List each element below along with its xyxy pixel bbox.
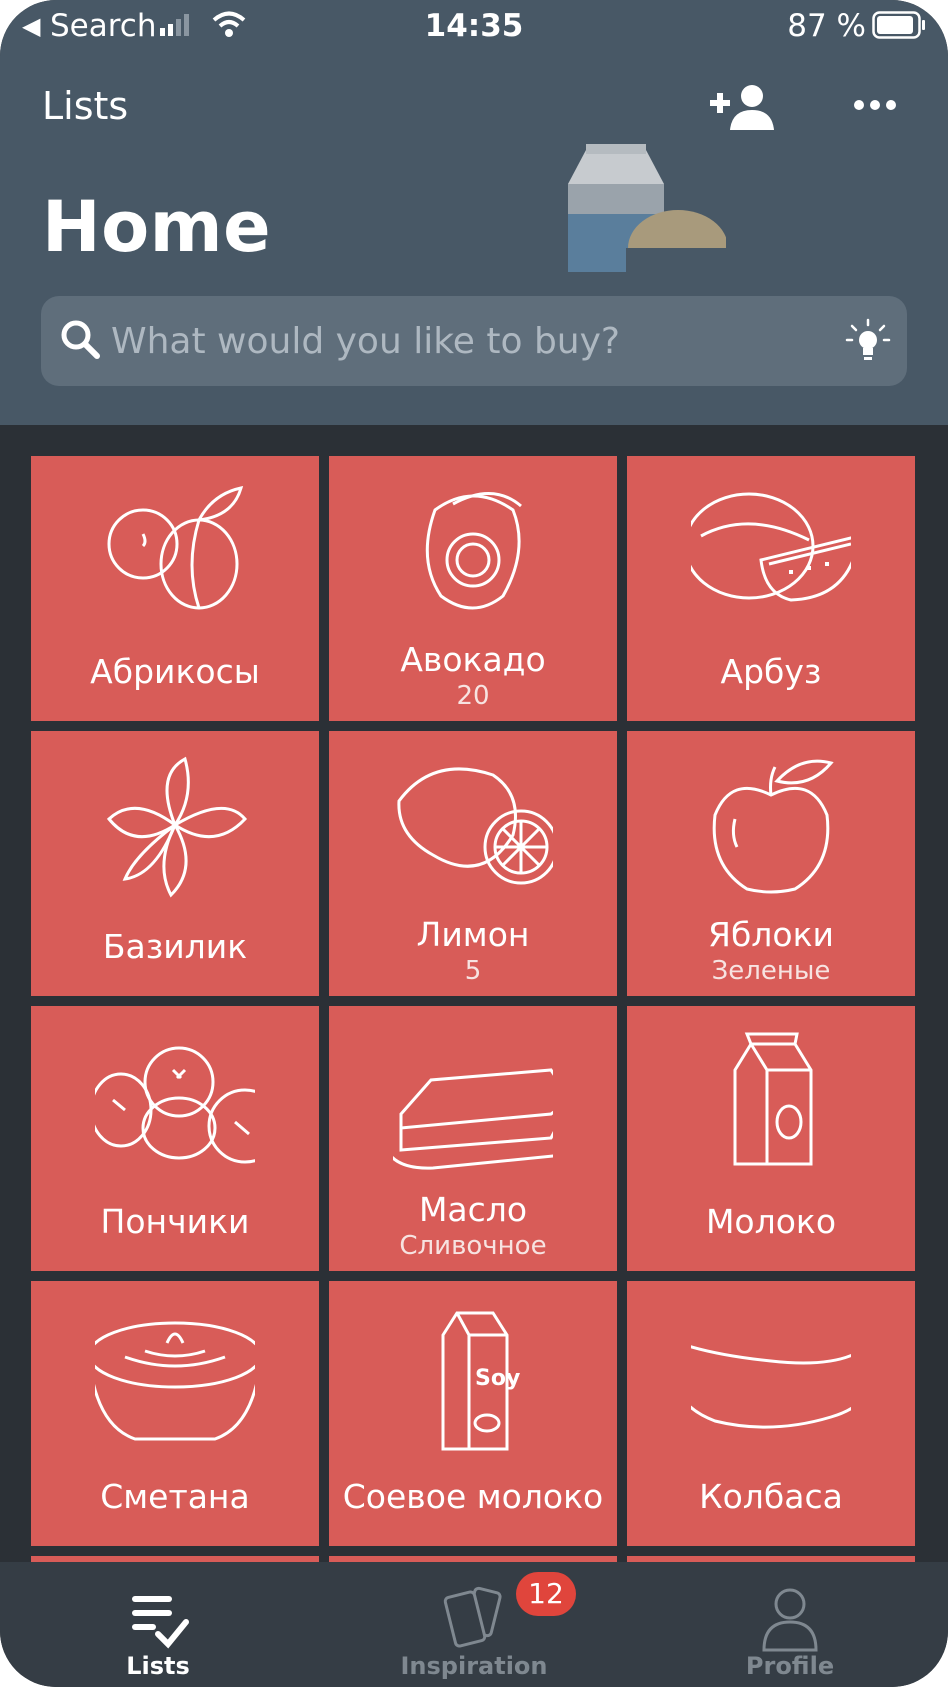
status-bar: ◀ Search 14:35 87 % xyxy=(0,0,948,55)
avocado-icon xyxy=(425,492,522,610)
shopping-items-grid: Абрикосы Авокадо 20 Арбуз Базилик Лимон … xyxy=(31,456,918,1546)
search-input[interactable] xyxy=(111,310,811,372)
tab-lists-label: Lists xyxy=(126,1652,190,1680)
tab-profile-label: Profile xyxy=(745,1652,835,1680)
more-options-icon[interactable] xyxy=(852,88,898,122)
item-name: Колбаса xyxy=(699,1477,843,1516)
item-tile[interactable]: Сметана xyxy=(31,1281,319,1546)
inspiration-badge: 12 xyxy=(516,1572,576,1616)
tab-inspiration[interactable]: Inspiration xyxy=(316,1562,632,1687)
item-tile[interactable]: Базилик xyxy=(31,731,319,996)
item-tile[interactable]: Абрикосы xyxy=(31,456,319,721)
phone-screen: ◀ Search 14:35 87 % Lists Home What woul… xyxy=(0,0,948,1687)
item-name: Соевое молоко xyxy=(342,1477,604,1516)
cards-icon xyxy=(443,1586,502,1648)
item-name: Абрикосы xyxy=(90,652,260,691)
tab-lists[interactable]: Lists xyxy=(0,1562,316,1687)
item-tile[interactable]: Яблоки Зеленые xyxy=(627,731,915,996)
tab-bar: Lists Inspiration Profile 12 xyxy=(0,1562,948,1687)
lemon-icon xyxy=(397,767,553,885)
tab-profile[interactable]: Profile xyxy=(632,1562,948,1687)
donuts-icon xyxy=(95,1046,255,1164)
apple-icon xyxy=(712,759,834,894)
person-icon xyxy=(762,1588,818,1652)
item-name: Сметана xyxy=(100,1477,250,1516)
nav-title: Lists xyxy=(42,84,129,128)
item-note: 20 xyxy=(456,681,490,711)
lightbulb-suggestions-icon[interactable] xyxy=(845,318,891,364)
item-tile[interactable]: Лимон 5 xyxy=(329,731,617,996)
item-tile[interactable]: Авокадо 20 xyxy=(329,456,617,721)
page-title: Home xyxy=(42,186,272,268)
battery-percentage: 87 % xyxy=(787,8,866,44)
item-name: Лимон xyxy=(416,915,530,954)
search-bar[interactable] xyxy=(41,296,907,386)
item-tile[interactable]: Колбаса xyxy=(627,1281,915,1546)
item-tile[interactable]: Пончики xyxy=(31,1006,319,1271)
search-icon xyxy=(61,320,100,359)
item-name: Базилик xyxy=(102,927,248,966)
item-name: Пончики xyxy=(100,1202,250,1241)
sour-cream-icon xyxy=(95,1321,255,1441)
item-tile[interactable]: Арбуз xyxy=(627,456,915,721)
battery-icon xyxy=(872,11,925,39)
item-name: Яблоки xyxy=(708,915,834,954)
milk-carton-icon xyxy=(733,1032,813,1166)
item-name: Авокадо xyxy=(400,640,546,679)
item-note: 5 xyxy=(464,956,482,986)
item-tile[interactable]: Soy Соевое молоко xyxy=(329,1281,617,1546)
watermelon-icon xyxy=(691,492,851,602)
item-name: Масло xyxy=(418,1190,528,1229)
sausage-icon xyxy=(691,1345,851,1429)
butter-icon xyxy=(393,1068,553,1170)
add-person-icon[interactable] xyxy=(710,84,774,130)
list-header: ◀ Search 14:35 87 % Lists Home What woul… xyxy=(0,0,948,425)
list-check-icon xyxy=(132,1596,189,1649)
item-note: Сливочное xyxy=(399,1231,547,1261)
tab-inspiration-label: Inspiration xyxy=(400,1652,548,1680)
soy-milk-icon: Soy xyxy=(441,1311,520,1451)
svg-text:Soy: Soy xyxy=(475,1366,520,1391)
item-note: Зеленые xyxy=(711,956,831,986)
item-name: Молоко xyxy=(705,1202,837,1241)
item-name: Арбуз xyxy=(720,652,822,691)
item-tile[interactable]: Масло Сливочное xyxy=(329,1006,617,1271)
basil-icon xyxy=(106,756,248,898)
apricot-icon xyxy=(107,486,244,610)
milk-and-bread-illustration xyxy=(568,144,726,274)
item-tile[interactable]: Молоко xyxy=(627,1006,915,1271)
